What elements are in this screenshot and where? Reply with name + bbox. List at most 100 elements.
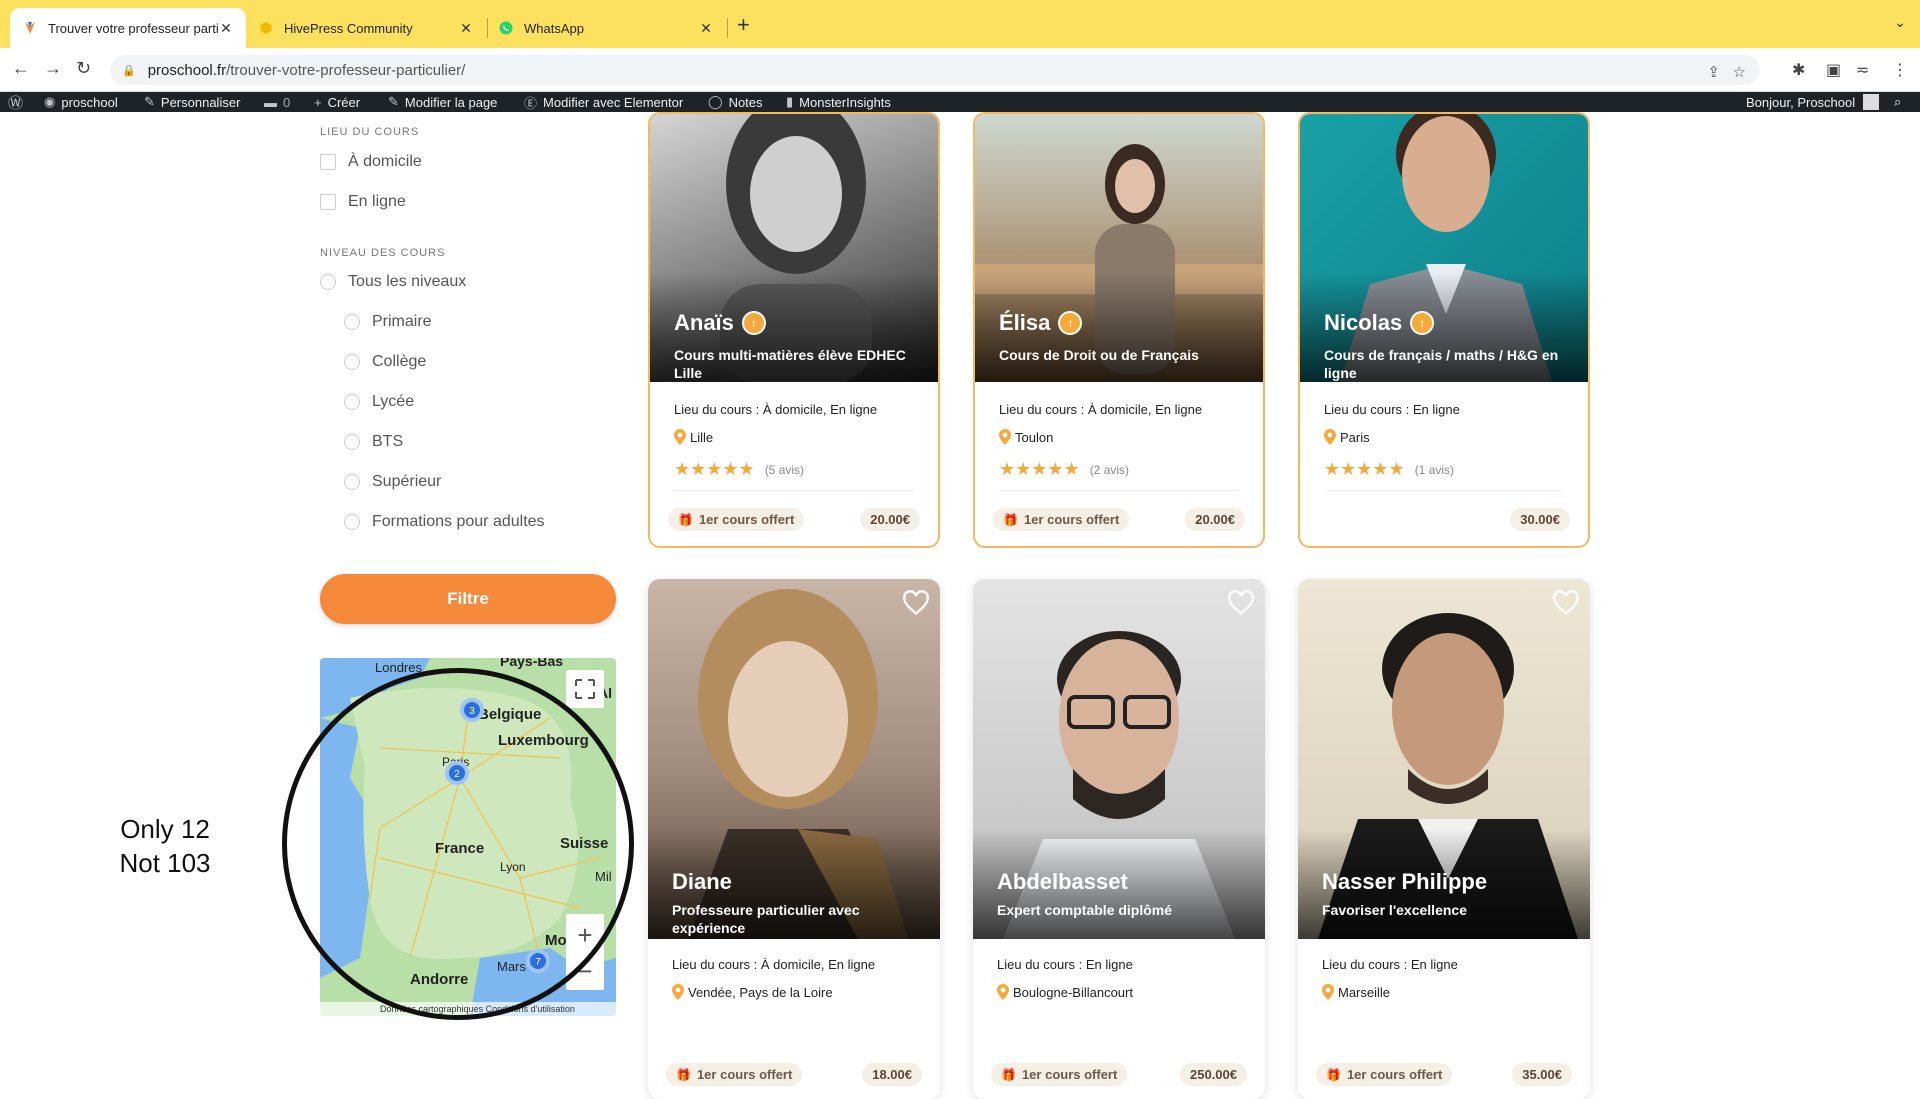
teacher-name: Nicolas ↑ (1324, 310, 1435, 336)
filter-option-en-ligne[interactable]: En ligne (320, 193, 406, 211)
close-icon[interactable]: ✕ (698, 20, 714, 37)
radio[interactable] (344, 474, 360, 490)
lieu-du-cours: Lieu du cours : À domicile, En ligne (672, 957, 876, 972)
checkbox[interactable] (320, 194, 336, 210)
whatsapp-favicon-icon (498, 20, 514, 36)
profile-icon[interactable]: ≂ (1856, 60, 1869, 80)
map-footer-text[interactable]: Données cartographiques Conditions d'uti… (380, 1004, 575, 1014)
map-cluster-count: 7 (535, 957, 541, 968)
map-label-londres: Londres (375, 660, 422, 675)
star-bookmark-icon[interactable]: ☆ (1733, 63, 1746, 81)
gift-icon: 🎁 (1326, 1067, 1341, 1082)
teacher-photo[interactable]: Nasser Philippe Favoriser l'excellence (1298, 579, 1590, 939)
teacher-photo[interactable]: Diane Professeure particulier avec expér… (648, 579, 940, 939)
more-menu-icon[interactable]: ⋮ (1892, 60, 1908, 80)
filter-option-adultes[interactable]: Formations pour adultes (344, 513, 545, 531)
filter-option-bts[interactable]: BTS (344, 433, 403, 451)
radio[interactable] (320, 274, 336, 290)
teacher-card[interactable]: Nicolas ↑ Cours de français / maths / H&G… (1298, 112, 1590, 548)
price-badge: 30.00€ (1510, 508, 1570, 531)
filter-option-lycee[interactable]: Lycée (344, 393, 414, 411)
teacher-info: Lieu du cours : À domicile, En ligne Ven… (672, 957, 916, 1000)
heart-favorite-icon[interactable] (902, 589, 930, 617)
zoom-out-button[interactable]: − (577, 956, 592, 986)
tab-whatsapp[interactable]: WhatsApp ✕ (486, 8, 726, 48)
lieu-du-cours: Lieu du cours : En ligne (1322, 957, 1458, 972)
reload-icon[interactable]: ↻ (76, 58, 91, 79)
teacher-subtitle: Expert comptable diplômé (997, 902, 1173, 918)
filter-option-college[interactable]: Collège (344, 353, 426, 371)
comment-icon: ▬ (264, 94, 277, 110)
wp-edit-page-link[interactable]: ✎ Modifier la page (388, 92, 497, 112)
teacher-location: Paris (1324, 429, 1564, 445)
teacher-photo[interactable]: Anaïs ↑ Cours multi-matières élève EDHEC … (650, 114, 938, 382)
radio[interactable] (344, 514, 360, 530)
new-tab-plus-icon[interactable]: + (737, 12, 750, 38)
teacher-card[interactable]: Nasser Philippe Favoriser l'excellence L… (1298, 579, 1590, 1099)
review-count[interactable]: (1 avis) (1415, 463, 1454, 477)
close-icon[interactable]: ✕ (458, 20, 474, 37)
back-arrow-icon[interactable]: ← (12, 58, 30, 79)
teacher-name: Anaïs ↑ (674, 310, 766, 336)
wp-comments-link[interactable]: ▬ 0 (264, 92, 290, 112)
fullscreen-button[interactable] (566, 670, 604, 708)
tab-hivepress[interactable]: HivePress Community ✕ (246, 8, 486, 48)
browser-tab-bar: Trouver votre professeur particulier ✕ H… (0, 0, 1920, 48)
url-host: proschool.fr (147, 61, 227, 79)
bar-chart-icon: ▮ (786, 94, 794, 109)
teacher-card[interactable]: Élisa ↑ Cours de Droit ou de Français Lie… (973, 112, 1265, 548)
map-label-suisse: Suisse (560, 835, 608, 852)
radio[interactable] (344, 354, 360, 370)
teacher-card[interactable]: Diane Professeure particulier avec expér… (648, 579, 940, 1099)
card-footer: 🎁 1er cours offert 250.00€ (991, 1063, 1247, 1086)
wordpress-logo-icon[interactable]: Ⓦ (8, 92, 29, 112)
map-label-mo: Mo (545, 932, 567, 949)
heart-favorite-icon[interactable] (1552, 589, 1580, 617)
wp-notes-link[interactable]: ◯ Notes (708, 92, 763, 112)
wp-create-link[interactable]: + Créer (314, 92, 360, 112)
teacher-photo[interactable]: Abdelbasset Expert comptable diplômé (973, 579, 1265, 939)
tab-title: WhatsApp (524, 20, 584, 36)
url-input[interactable]: 🔒 proschool.fr /trouver-votre-professeur… (110, 55, 1760, 85)
teacher-map[interactable]: Londres Pays-Bas Al Belgique Luxembourg … (320, 658, 616, 1016)
zoom-in-button[interactable]: + (577, 920, 592, 950)
heart-favorite-icon[interactable] (1227, 589, 1255, 617)
teacher-photo[interactable]: Élisa ↑ Cours de Droit ou de Français (975, 114, 1263, 382)
radio[interactable] (344, 314, 360, 330)
gift-icon: 🎁 (1001, 1067, 1016, 1082)
teacher-card[interactable]: Abdelbasset Expert comptable diplômé Lie… (973, 579, 1265, 1099)
proschool-favicon-icon (22, 20, 38, 36)
gift-icon: 🎁 (1003, 512, 1018, 527)
review-count[interactable]: (2 avis) (1090, 463, 1129, 477)
radio[interactable] (344, 394, 360, 410)
wp-elementor-link[interactable]: Ⓔ Modifier avec Elementor (524, 92, 683, 112)
teacher-card[interactable]: Anaïs ↑ Cours multi-matières élève EDHEC … (648, 112, 940, 548)
wp-site-link[interactable]: ◉ proschool (44, 92, 118, 112)
filter-button[interactable]: Filtre (320, 574, 616, 624)
teacher-info: Lieu du cours : En ligne Boulogne-Billan… (997, 957, 1241, 1000)
extensions-puzzle-icon[interactable]: ✱ (1792, 60, 1805, 80)
filter-option-domicile[interactable]: À domicile (320, 153, 422, 171)
teacher-info: Lieu du cours : En ligne Paris ★★★★★ (1 a… (1324, 402, 1564, 491)
side-panel-icon[interactable]: ▣ (1826, 60, 1841, 80)
review-count[interactable]: (5 avis) (765, 463, 804, 477)
close-icon[interactable]: ✕ (218, 20, 234, 37)
radio[interactable] (344, 434, 360, 450)
filter-option-tous-niveaux[interactable]: Tous les niveaux (320, 273, 466, 291)
teacher-location: Marseille (1322, 984, 1566, 1000)
forward-arrow-icon[interactable]: → (44, 58, 62, 79)
location-pin-icon (997, 984, 1009, 1000)
wp-account-link[interactable]: Bonjour, Proschool (1746, 92, 1880, 112)
checkbox[interactable] (320, 154, 336, 170)
tab-proschool[interactable]: Trouver votre professeur particulier ✕ (10, 8, 246, 48)
star-rating-icon: ★★★★★ (1324, 459, 1405, 479)
share-icon[interactable]: ⇪ (1707, 63, 1720, 81)
search-icon[interactable]: ⌕ (1894, 92, 1901, 112)
wp-monsterinsights-link[interactable]: ▮ MonsterInsights (786, 92, 891, 112)
teacher-photo[interactable]: Nicolas ↑ Cours de français / maths / H&G… (1300, 114, 1588, 382)
card-footer: 🎁 1er cours offert 18.00€ (666, 1063, 922, 1086)
chevron-down-icon[interactable]: ⌄ (1894, 14, 1906, 31)
filter-option-primaire[interactable]: Primaire (344, 313, 432, 331)
wp-customize-link[interactable]: ✎ Personnaliser (144, 92, 240, 112)
filter-option-superieur[interactable]: Supérieur (344, 473, 441, 491)
